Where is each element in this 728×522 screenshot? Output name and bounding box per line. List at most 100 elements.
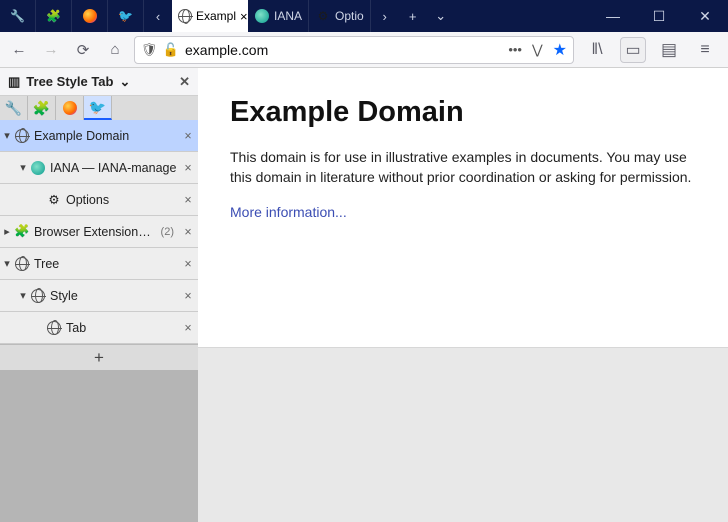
insecure-icon[interactable]: 🔓	[163, 42, 179, 58]
all-tabs-dropdown[interactable]: ⌄	[427, 0, 455, 32]
pinned-tab-firefox[interactable]	[72, 0, 108, 32]
sb-pin-wrench[interactable]: 🔧	[0, 96, 28, 120]
globe-icon	[178, 8, 192, 24]
wrench-icon: 🔧	[10, 8, 26, 24]
close-icon[interactable]: ×	[178, 289, 198, 303]
arrow-left-icon: ←	[12, 41, 27, 58]
more-information-link[interactable]: More information...	[230, 204, 347, 220]
close-icon[interactable]: ×	[178, 129, 198, 143]
bookmark-star-icon[interactable]: ★	[553, 40, 567, 60]
address-bar[interactable]: 🛡 🔓 ••• ⋁ ★	[134, 36, 574, 64]
gear-icon: ⚙	[315, 8, 331, 24]
close-icon[interactable]: ×	[178, 257, 198, 271]
close-icon: ✕	[699, 8, 711, 25]
reload-icon: ⟳	[77, 41, 90, 59]
save-icon[interactable]: ▤	[656, 37, 682, 63]
sidebar-header[interactable]: ▥ Tree Style Tab ⌄ ✕	[0, 68, 198, 96]
chevron-left-icon: ‹	[156, 9, 160, 24]
page-paragraph: This domain is for use in illustrative e…	[230, 147, 696, 188]
gear-icon: ⚙	[46, 192, 62, 208]
tabstrip-scroll-left[interactable]: ‹	[144, 0, 172, 32]
page-body: Example Domain This domain is for use in…	[198, 68, 728, 348]
maximize-icon: ☐	[653, 8, 666, 25]
iana-icon	[30, 160, 46, 176]
chevron-down-icon: ⌄	[119, 74, 130, 90]
globe-icon	[14, 256, 30, 272]
content-area: Example Domain This domain is for use in…	[198, 68, 728, 522]
tree-tab-row[interactable]: ▾Style×	[0, 280, 198, 312]
close-icon[interactable]: ×	[178, 225, 198, 239]
tree-tab-row[interactable]: ▾Tree×	[0, 248, 198, 280]
home-icon: ⌂	[110, 41, 119, 58]
window-titlebar: 🔧 🧩 🐦 ‹ Exampl × IANA ⚙ Optio › + ⌄ — ☐ …	[0, 0, 728, 32]
sidebar: ▥ Tree Style Tab ⌄ ✕ 🔧 🧩 🐦 ▾ Example Doma…	[0, 68, 198, 522]
pinned-tab-extensions[interactable]: 🧩	[36, 0, 72, 32]
reload-button[interactable]: ⟳	[70, 37, 96, 63]
tab-label: IANA	[274, 9, 302, 23]
window-minimize[interactable]: —	[590, 0, 636, 32]
firefox-icon	[82, 8, 98, 24]
tree-tab-label: Tab	[66, 321, 178, 335]
page-actions-icon[interactable]: •••	[508, 42, 522, 57]
arrow-right-icon: →	[44, 41, 59, 58]
sb-pin-firefox[interactable]	[56, 96, 84, 120]
tree-tab-row[interactable]: ▸🧩Browser Extensions - M(2)×	[0, 216, 198, 248]
pinned-tab-twitter[interactable]: 🐦	[108, 0, 144, 32]
pinned-tab-wrench[interactable]: 🔧	[0, 0, 36, 32]
tab-options[interactable]: ⚙ Optio	[309, 0, 371, 32]
puzzle-icon: 🧩	[33, 100, 50, 117]
twisty-icon[interactable]: ▾	[0, 129, 14, 142]
menu-icon[interactable]: ≡	[692, 37, 718, 63]
back-button[interactable]: ←	[6, 37, 32, 63]
close-icon[interactable]: ×	[178, 161, 198, 175]
main-area: ▥ Tree Style Tab ⌄ ✕ 🔧 🧩 🐦 ▾ Example Doma…	[0, 68, 728, 522]
sidebar-icon: ▥	[8, 74, 20, 90]
twitter-icon: 🐦	[118, 8, 134, 24]
reader-view-icon[interactable]: ▭	[620, 37, 646, 63]
tab-example[interactable]: Exampl ×	[172, 0, 248, 32]
globe-icon	[46, 320, 62, 336]
tracking-shield-icon[interactable]: 🛡	[141, 42, 157, 58]
plus-icon: +	[409, 9, 417, 24]
tab-tree: ▾Example Domain×▾IANA — IANA-manage×⚙Opt…	[0, 120, 198, 344]
navigation-toolbar: ← → ⟳ ⌂ 🛡 🔓 ••• ⋁ ★ ǁ\ ▭ ▤ ≡	[0, 32, 728, 68]
tree-tab-label: Options	[66, 193, 178, 207]
tree-tab-label: Example Domain	[34, 129, 178, 143]
window-close[interactable]: ✕	[682, 0, 728, 32]
twisty-icon[interactable]: ▾	[16, 289, 30, 302]
minimize-icon: —	[606, 8, 620, 24]
library-icon[interactable]: ǁ\	[584, 37, 610, 63]
chevron-down-icon: ⌄	[435, 8, 446, 24]
close-icon[interactable]: ×	[240, 9, 248, 24]
forward-button[interactable]: →	[38, 37, 64, 63]
twisty-icon[interactable]: ▾	[0, 257, 14, 270]
twisty-icon[interactable]: ▸	[0, 225, 14, 238]
close-icon[interactable]: ×	[178, 193, 198, 207]
tree-tab-label: Browser Extensions - M	[34, 225, 157, 239]
twisty-icon[interactable]: ▾	[16, 161, 30, 174]
tree-tab-row[interactable]: ▾ Example Domain×	[0, 120, 198, 152]
close-icon[interactable]: ×	[178, 321, 198, 335]
sb-pin-puzzle[interactable]: 🧩	[28, 96, 56, 120]
tabstrip-scroll-right[interactable]: ›	[371, 0, 399, 32]
firefox-icon	[63, 101, 77, 115]
url-input[interactable]	[185, 42, 502, 58]
tree-tab-row[interactable]: Tab×	[0, 312, 198, 344]
page-heading: Example Domain	[230, 96, 696, 129]
tab-label: Optio	[335, 9, 364, 23]
iana-icon	[254, 8, 270, 24]
sidebar-new-tab[interactable]: +	[0, 344, 198, 370]
twitter-icon: 🐦	[89, 99, 106, 116]
tree-tab-row[interactable]: ▾IANA — IANA-manage×	[0, 152, 198, 184]
wrench-icon: 🔧	[5, 100, 22, 117]
sb-pin-twitter[interactable]: 🐦	[84, 96, 112, 120]
tab-iana[interactable]: IANA	[248, 0, 309, 32]
sidebar-close-icon[interactable]: ✕	[179, 74, 190, 90]
globe-icon	[14, 128, 30, 144]
pocket-icon[interactable]: ⋁	[532, 42, 543, 58]
tab-count-badge: (2)	[161, 226, 174, 238]
new-tab-button[interactable]: +	[399, 0, 427, 32]
window-maximize[interactable]: ☐	[636, 0, 682, 32]
home-button[interactable]: ⌂	[102, 37, 128, 63]
tree-tab-row[interactable]: ⚙ Options×	[0, 184, 198, 216]
